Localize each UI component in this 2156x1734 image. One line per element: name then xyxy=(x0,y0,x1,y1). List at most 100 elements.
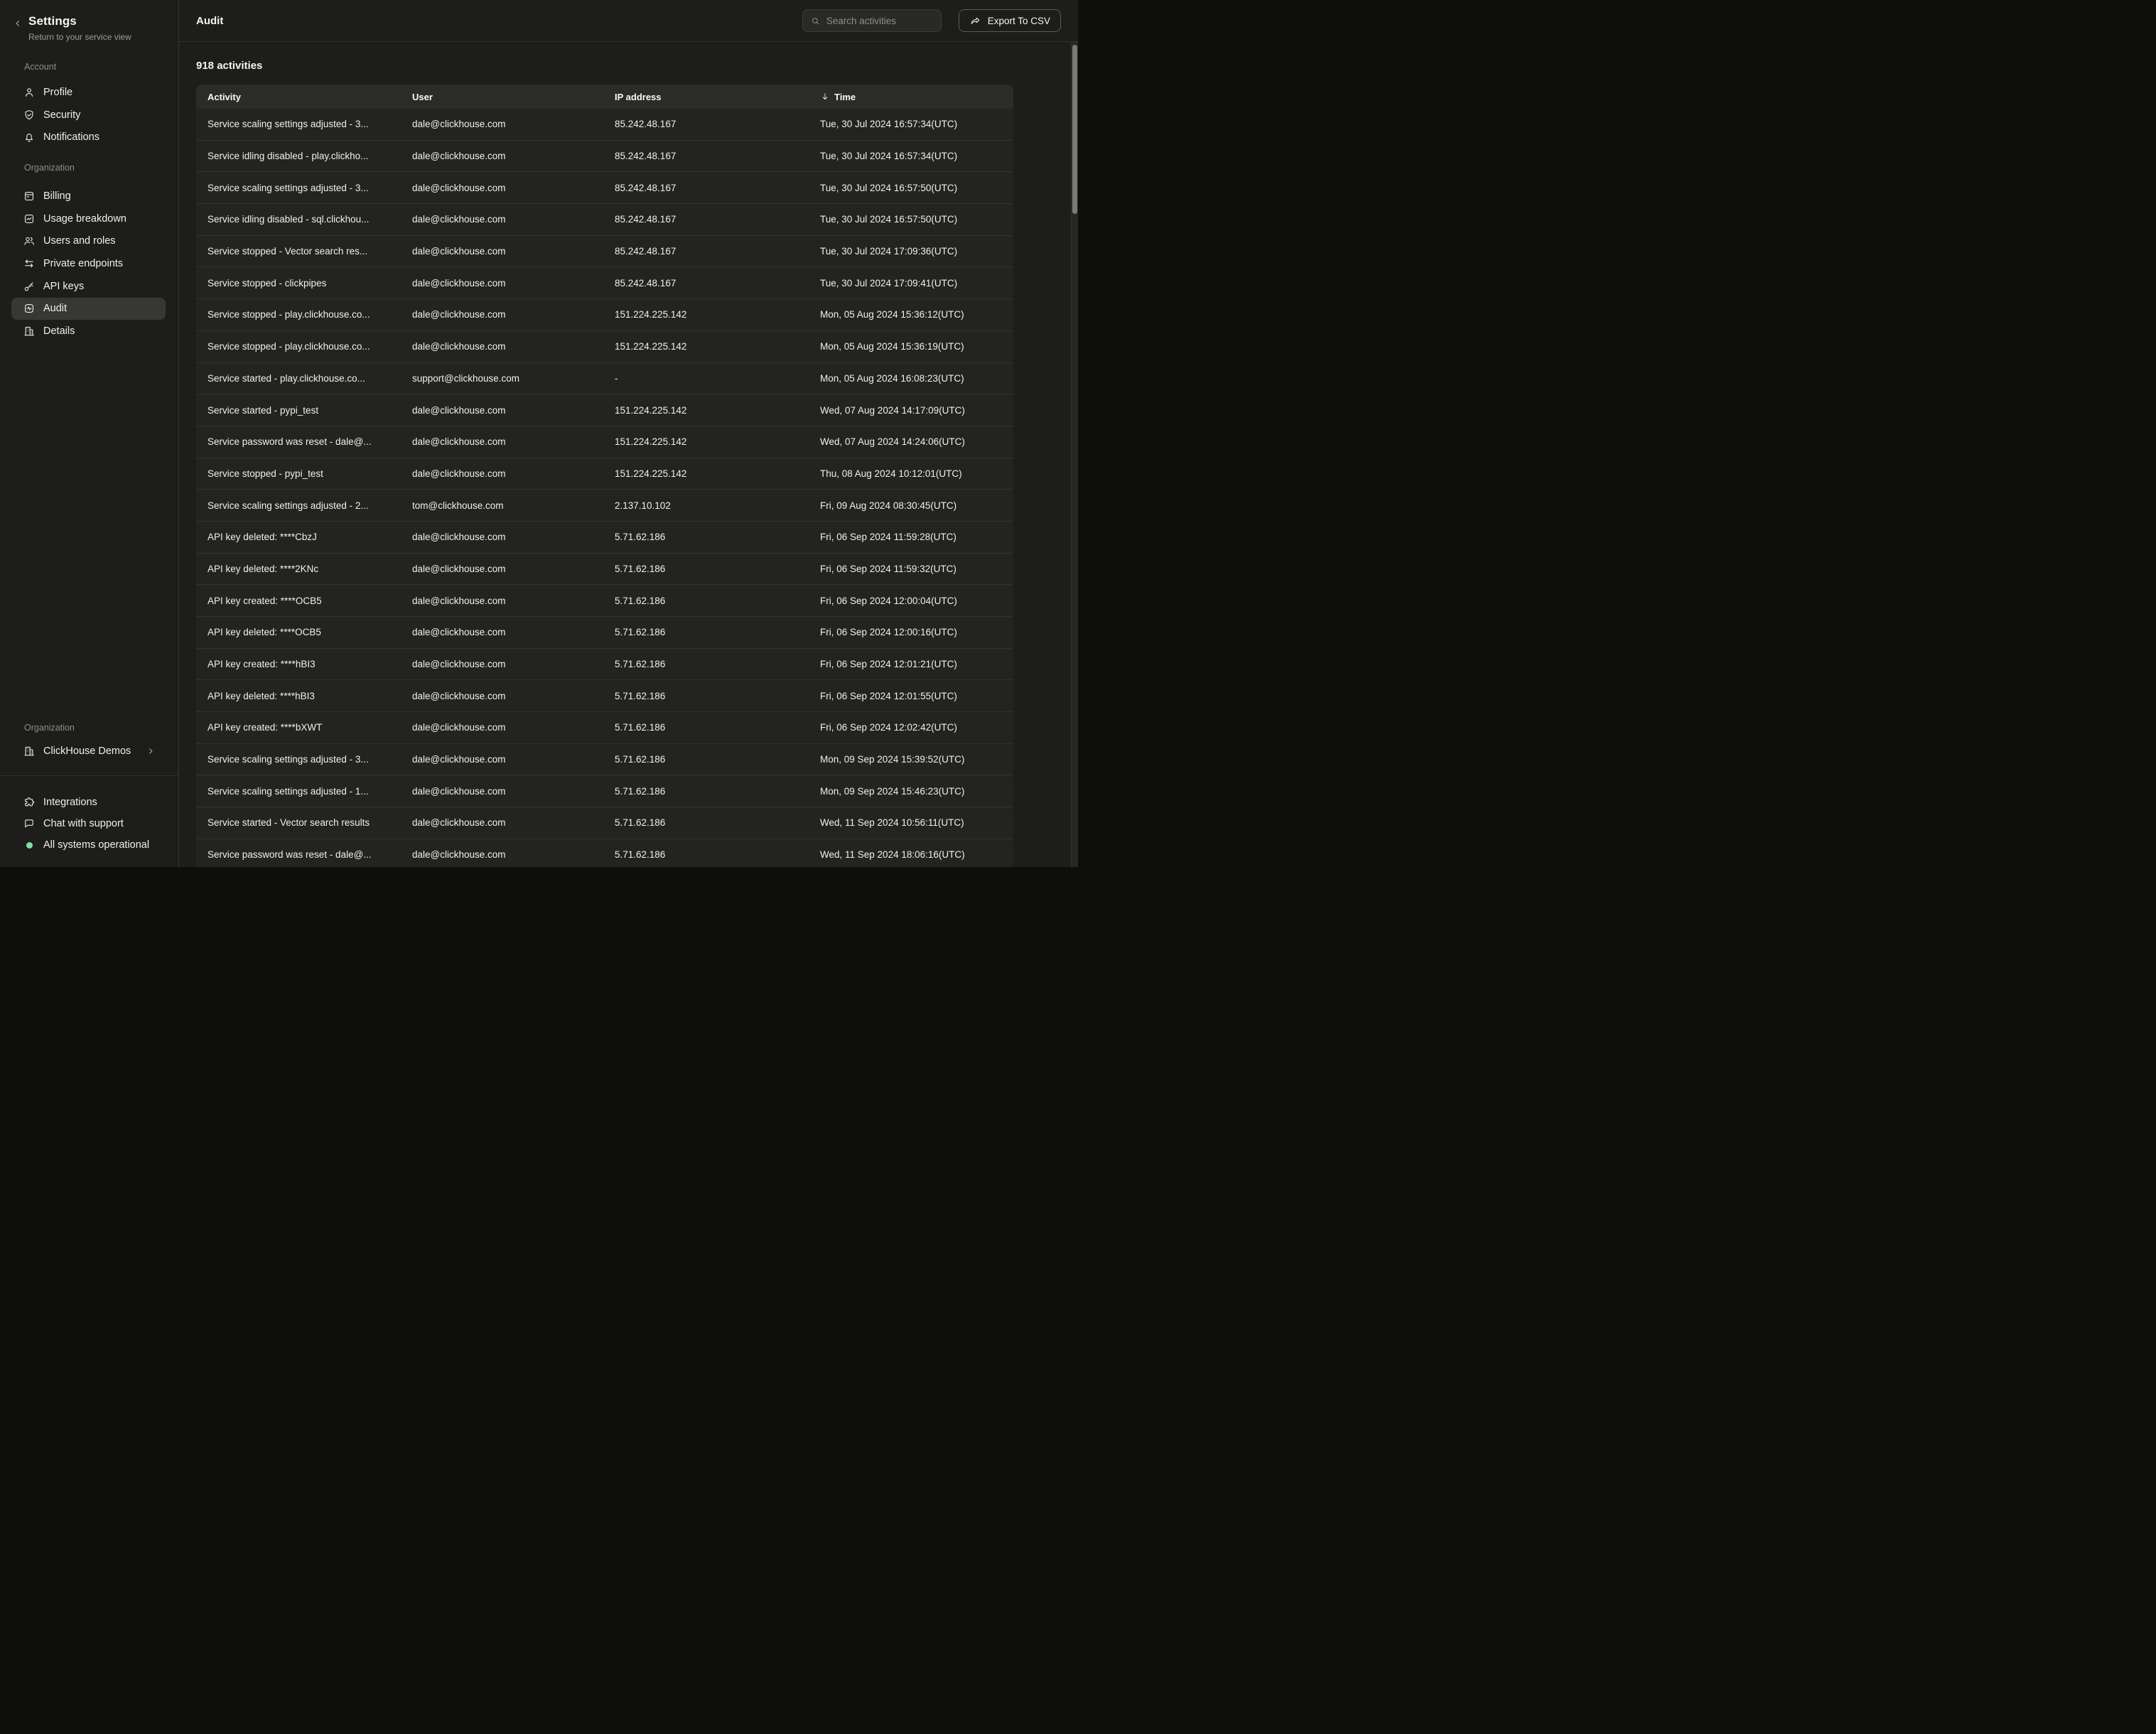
ip-cell: 151.224.225.142 xyxy=(615,341,820,352)
time-cell: Wed, 11 Sep 2024 10:56:11(UTC) xyxy=(820,817,1013,828)
ip-cell: 5.71.62.186 xyxy=(615,754,820,765)
sidebar-item-label: Details xyxy=(43,325,75,337)
time-cell: Fri, 06 Sep 2024 12:00:04(UTC) xyxy=(820,596,1013,606)
table-row: Service scaling settings adjusted - 2...… xyxy=(196,490,1013,522)
system-status-item[interactable]: All systems operational xyxy=(11,834,166,856)
billing-icon xyxy=(23,190,36,203)
ip-cell: 5.71.62.186 xyxy=(615,532,820,542)
scrollbar-track[interactable] xyxy=(1071,42,1078,867)
user-cell: dale@clickhouse.com xyxy=(412,627,615,637)
status-label: All systems operational xyxy=(43,839,149,851)
activity-cell: Service started - Vector search results xyxy=(207,817,412,828)
sidebar-item-api-keys[interactable]: API keys xyxy=(11,275,166,298)
ip-cell: 85.242.48.167 xyxy=(615,278,820,289)
table-row: Service started - Vector search resultsd… xyxy=(196,807,1013,839)
table-row: API key deleted: ****2KNcdale@clickhouse… xyxy=(196,554,1013,586)
sidebar-item-users-and-roles[interactable]: Users and roles xyxy=(11,230,166,252)
sidebar-item-private-endpoints[interactable]: Private endpoints xyxy=(11,252,166,275)
sort-desc-icon xyxy=(820,92,830,102)
column-header-time[interactable]: Time xyxy=(820,92,1013,102)
sidebar-title: Settings xyxy=(28,14,131,29)
ip-cell: 5.71.62.186 xyxy=(615,659,820,669)
chevron-right-icon xyxy=(146,746,156,756)
page-title: Audit xyxy=(196,15,223,27)
main-area: Audit Export To CSV 918 activities Activ… xyxy=(179,0,1078,867)
sidebar-item-notifications[interactable]: Notifications xyxy=(11,126,166,149)
ip-cell: 151.224.225.142 xyxy=(615,309,820,320)
table-row: API key created: ****OCB5dale@clickhouse… xyxy=(196,585,1013,617)
return-to-service-link[interactable]: Return to your service view xyxy=(28,31,131,43)
private-endpoints-icon xyxy=(23,257,36,270)
export-csv-button[interactable]: Export To CSV xyxy=(959,9,1061,32)
sidebar-item-usage-breakdown[interactable]: Usage breakdown xyxy=(11,208,166,230)
time-cell: Wed, 11 Sep 2024 18:06:16(UTC) xyxy=(820,849,1013,860)
activity-cell: Service idling disabled - play.clickho..… xyxy=(207,151,412,161)
section-label-org-switcher: Organization xyxy=(0,722,178,733)
sidebar-item-label: Security xyxy=(43,109,80,121)
activities-count: 918 activities xyxy=(196,59,1078,73)
column-header-ip[interactable]: IP address xyxy=(615,92,820,102)
time-cell: Fri, 06 Sep 2024 12:00:16(UTC) xyxy=(820,627,1013,637)
ip-cell: 5.71.62.186 xyxy=(615,786,820,797)
sidebar-item-integrations[interactable]: Integrations xyxy=(11,792,166,813)
sidebar-item-label: Users and roles xyxy=(43,235,116,247)
table-row: Service started - pypi_testdale@clickhou… xyxy=(196,394,1013,426)
column-header-user[interactable]: User xyxy=(412,92,615,102)
table-row: Service scaling settings adjusted - 3...… xyxy=(196,172,1013,204)
column-header-activity[interactable]: Activity xyxy=(207,92,412,102)
profile-icon xyxy=(23,86,36,99)
account-nav: Profile Security Notifications xyxy=(0,81,178,149)
user-cell: dale@clickhouse.com xyxy=(412,341,615,352)
activity-cell: API key deleted: ****hBI3 xyxy=(207,691,412,701)
time-cell: Fri, 06 Sep 2024 11:59:28(UTC) xyxy=(820,532,1013,542)
table-row: Service idling disabled - sql.clickhou..… xyxy=(196,204,1013,236)
ip-cell: 5.71.62.186 xyxy=(615,691,820,701)
chat-icon xyxy=(23,817,36,830)
search-input[interactable] xyxy=(826,16,934,26)
time-cell: Tue, 30 Jul 2024 16:57:34(UTC) xyxy=(820,119,1013,129)
activity-cell: Service scaling settings adjusted - 2... xyxy=(207,500,412,511)
integrations-icon xyxy=(23,796,36,809)
sidebar-item-billing[interactable]: Billing xyxy=(11,185,166,208)
ip-cell: 85.242.48.167 xyxy=(615,151,820,161)
sidebar-item-profile[interactable]: Profile xyxy=(11,81,166,104)
table-row: Service idling disabled - play.clickho..… xyxy=(196,141,1013,173)
ip-cell: 85.242.48.167 xyxy=(615,119,820,129)
table-row: Service stopped - Vector search res...da… xyxy=(196,236,1013,268)
user-cell: dale@clickhouse.com xyxy=(412,246,615,257)
time-cell: Mon, 05 Aug 2024 16:08:23(UTC) xyxy=(820,373,1013,384)
activity-cell: API key deleted: ****CbzJ xyxy=(207,532,412,542)
sidebar-header: Settings Return to your service view xyxy=(0,14,178,43)
activity-cell: Service started - pypi_test xyxy=(207,405,412,416)
time-cell: Mon, 05 Aug 2024 15:36:12(UTC) xyxy=(820,309,1013,320)
table-row: API key deleted: ****hBI3dale@clickhouse… xyxy=(196,680,1013,712)
time-cell: Tue, 30 Jul 2024 17:09:41(UTC) xyxy=(820,278,1013,289)
sidebar-footer-nav: IntegrationsChat with support xyxy=(0,792,178,834)
time-cell: Tue, 30 Jul 2024 16:57:34(UTC) xyxy=(820,151,1013,161)
activity-cell: Service stopped - pypi_test xyxy=(207,468,412,479)
notifications-icon xyxy=(23,131,36,144)
activity-cell: Service idling disabled - sql.clickhou..… xyxy=(207,214,412,225)
activity-cell: Service scaling settings adjusted - 3... xyxy=(207,183,412,193)
activity-cell: Service stopped - Vector search res... xyxy=(207,246,412,257)
ip-cell: 85.242.48.167 xyxy=(615,214,820,225)
scrollbar-thumb[interactable] xyxy=(1072,45,1077,214)
sidebar-item-label: API keys xyxy=(43,281,84,292)
activity-cell: Service stopped - clickpipes xyxy=(207,278,412,289)
activity-cell: Service scaling settings adjusted - 3... xyxy=(207,754,412,765)
sidebar-bottom: Organization ClickHouse Demos Integratio… xyxy=(0,722,178,867)
sidebar-item-chat-with-support[interactable]: Chat with support xyxy=(11,813,166,834)
time-cell: Mon, 09 Sep 2024 15:39:52(UTC) xyxy=(820,754,1013,765)
ip-cell: 151.224.225.142 xyxy=(615,436,820,447)
time-cell: Wed, 07 Aug 2024 14:24:06(UTC) xyxy=(820,436,1013,447)
user-cell: dale@clickhouse.com xyxy=(412,183,615,193)
table-row: Service started - play.clickhouse.co...s… xyxy=(196,363,1013,395)
table-row: API key deleted: ****OCB5dale@clickhouse… xyxy=(196,617,1013,649)
org-switcher-clickhouse-demos[interactable]: ClickHouse Demos xyxy=(11,740,166,763)
export-csv-label: Export To CSV xyxy=(988,16,1050,26)
back-chevron-icon[interactable] xyxy=(13,18,23,28)
sidebar-item-details[interactable]: Details xyxy=(11,320,166,343)
sidebar-item-security[interactable]: Security xyxy=(11,104,166,126)
sidebar-item-audit[interactable]: Audit xyxy=(11,298,166,321)
activity-cell: API key created: ****bXWT xyxy=(207,722,412,733)
